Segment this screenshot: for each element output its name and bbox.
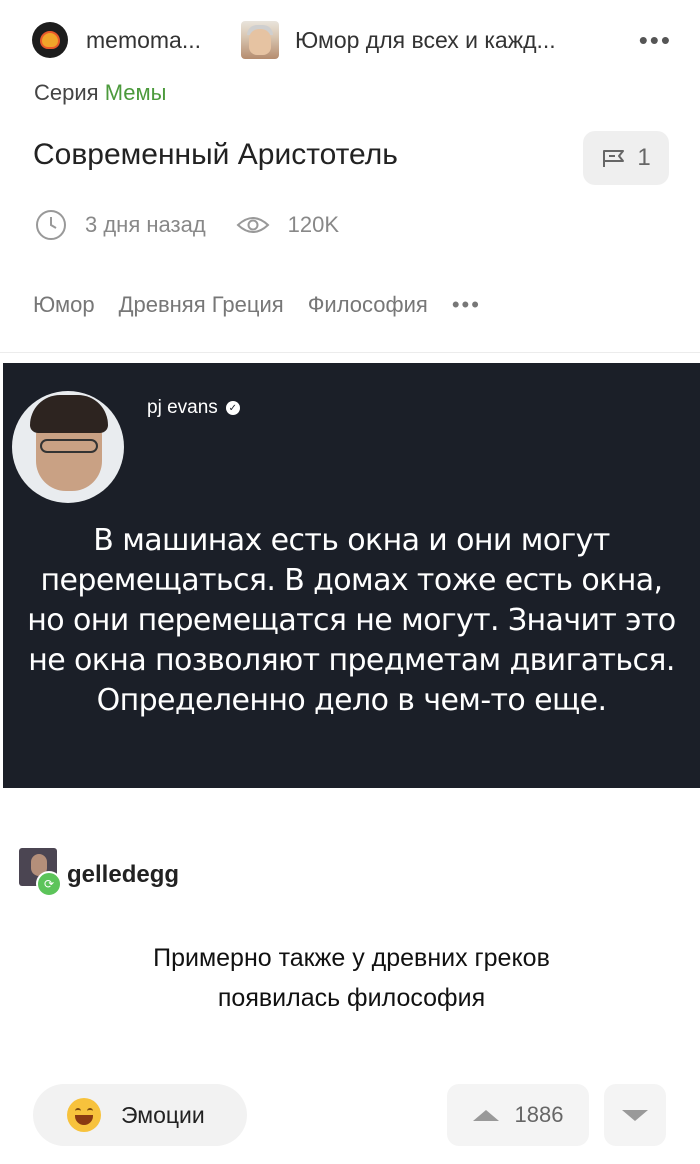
- reply-author-name: gelledegg: [67, 861, 180, 888]
- tweet-text: В машинах есть окна и они могут перемеща…: [3, 521, 700, 721]
- save-count: 1: [637, 144, 651, 171]
- tags-more-button[interactable]: •••: [452, 292, 481, 318]
- clock-icon: [35, 209, 67, 241]
- verified-icon: ✓: [225, 401, 240, 415]
- post-title[interactable]: Современный Аристотель: [33, 138, 398, 172]
- tweet-line: перемещаться. В домах тоже есть окна,: [40, 563, 664, 598]
- tweet-author-avatar: [12, 391, 124, 503]
- time-ago: 3 дня назад: [85, 212, 206, 237]
- more-options-button[interactable]: •••: [639, 25, 672, 56]
- save-button[interactable]: 1: [583, 131, 669, 185]
- rating-count: 1886: [514, 1102, 564, 1127]
- downvote-button[interactable]: [604, 1084, 666, 1146]
- reply-text: Примерно также у древних греков появилас…: [3, 938, 700, 1018]
- tag-philosophy[interactable]: Философия: [308, 292, 428, 318]
- reblog-icon: ⟳: [36, 871, 62, 897]
- emotions-label: Эмоции: [121, 1101, 205, 1128]
- tags-list: Юмор Древняя Греция Философия •••: [33, 292, 505, 318]
- author-name[interactable]: memoma...: [86, 27, 201, 54]
- series-label: Серия: [34, 80, 99, 105]
- post-header: memoma... Юмор для всех и кажд... •••: [32, 20, 672, 60]
- divider: [0, 352, 700, 353]
- tweet-line: В машинах есть окна и они могут: [93, 523, 610, 558]
- tweet-author-name: pj evans: [147, 397, 218, 418]
- author-avatar[interactable]: [32, 22, 68, 58]
- bookmark-flag-icon: [603, 150, 625, 167]
- tweet-line: не окна позволяют предметам двигаться.: [28, 643, 675, 678]
- post-image-reply[interactable]: ⟳ gelledegg Примерно также у древних гре…: [3, 788, 700, 1060]
- series-line: Серия Мемы: [34, 80, 166, 106]
- community-name[interactable]: Юмор для всех и кажд...: [295, 27, 556, 54]
- brain-icon: [40, 31, 60, 49]
- eye-icon: [236, 214, 270, 236]
- upvote-button[interactable]: 1886: [447, 1084, 589, 1146]
- community-avatar[interactable]: [241, 21, 280, 59]
- arrow-down-icon: [622, 1109, 648, 1121]
- smile-emoji-icon: [67, 1098, 101, 1132]
- post-meta: 3 дня назад 120K: [35, 207, 339, 243]
- views-count: 120K: [287, 212, 340, 237]
- arrow-up-icon: [472, 1109, 499, 1121]
- post-image-tweet[interactable]: pj evans ✓ В машинах есть окна и они мог…: [3, 363, 700, 788]
- post-actions: Эмоции 1886: [0, 1080, 700, 1150]
- series-link[interactable]: Мемы: [105, 80, 167, 105]
- tweet-author: pj evans ✓: [147, 397, 240, 419]
- tag-ancient-greece[interactable]: Древняя Греция: [119, 292, 284, 318]
- reply-line: Примерно также у древних греков: [153, 944, 550, 972]
- reply-line: появилась философия: [217, 984, 486, 1012]
- tweet-line: Определенно дело в чем-то еще.: [96, 683, 607, 718]
- tweet-line: но они перемещатся не могут. Значит это: [27, 603, 676, 638]
- emotions-button[interactable]: Эмоции: [33, 1084, 247, 1146]
- tag-humor[interactable]: Юмор: [33, 292, 95, 318]
